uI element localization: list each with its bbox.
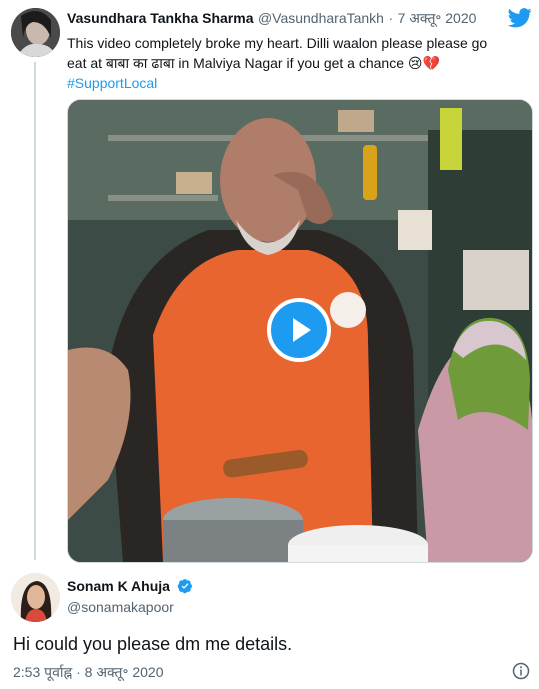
author-name[interactable]: Vasundhara Tankha Sharma: [67, 10, 253, 26]
twitter-bird-icon[interactable]: [508, 8, 532, 28]
reply-timestamp[interactable]: 2:53 पूर्वाह्न · 8 अक्तू॰ 2020: [13, 663, 164, 682]
verified-badge-icon: [178, 579, 193, 594]
reply-author-handle[interactable]: @sonamakapoor: [67, 599, 174, 615]
reply-author-avatar[interactable]: [11, 573, 60, 622]
header-separator: ·: [388, 10, 394, 26]
reply-text: Hi could you please dm me details.: [13, 634, 293, 654]
author-handle[interactable]: @VasundharaTankh: [258, 10, 384, 26]
tweet-header: Vasundhara Tankha Sharma @VasundharaTank…: [67, 9, 476, 28]
reply-author-name[interactable]: Sonam K Ahuja: [67, 578, 170, 594]
thread-connector: [34, 62, 36, 560]
tweet-text: This video completely broke my heart. Di…: [67, 33, 507, 93]
reply-author-row: Sonam K Ahuja: [67, 578, 193, 596]
hashtag-link[interactable]: #SupportLocal: [67, 73, 507, 93]
tweet-text-line-2: eat at बाबा का ढाबा in Malviya Nagar if …: [67, 55, 440, 71]
info-icon[interactable]: [512, 662, 530, 680]
play-icon: [293, 318, 311, 342]
play-button[interactable]: [267, 298, 331, 362]
author-avatar[interactable]: [11, 8, 60, 57]
tweet-text-line-1: This video completely broke my heart. Di…: [67, 35, 488, 51]
tweet-date[interactable]: 7 अक्तू॰ 2020: [398, 10, 477, 26]
